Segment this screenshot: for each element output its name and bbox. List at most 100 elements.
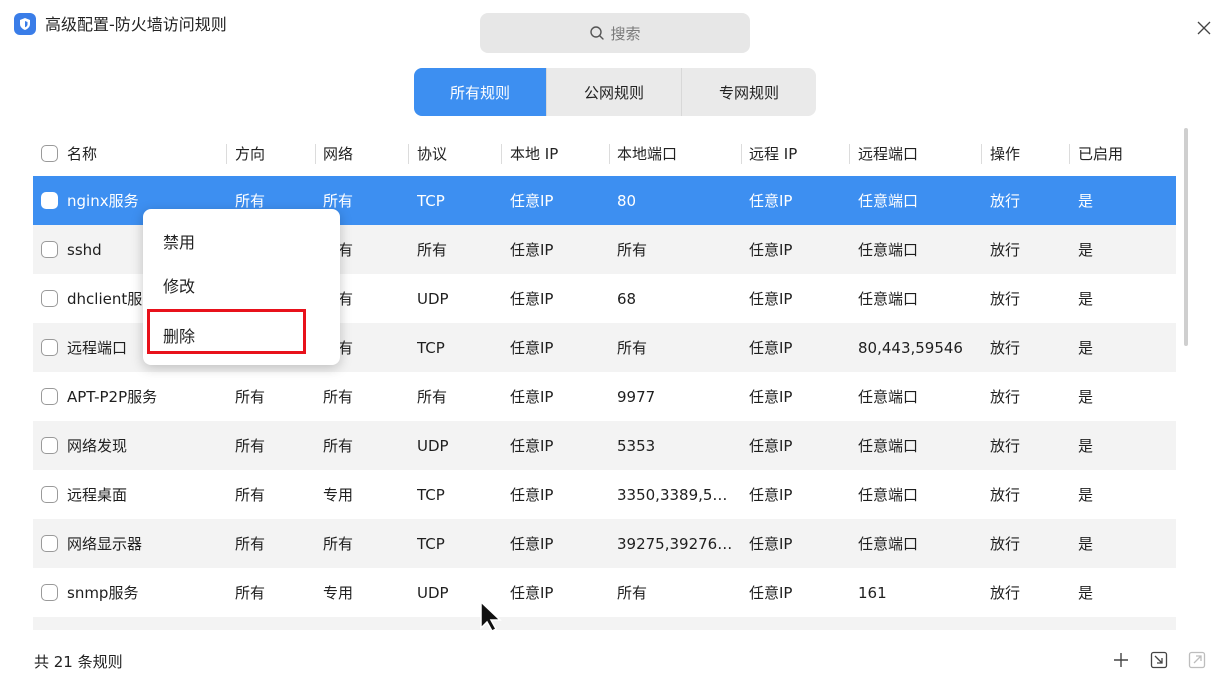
cell-direction: 所有 <box>235 388 266 406</box>
cell-enabled: 是 <box>1078 535 1094 553</box>
cell-remote-ip: 任意IP <box>749 437 793 455</box>
cell-direction: 所有 <box>235 437 266 455</box>
table-row[interactable]: 网络发现 所有 所有 UDP 任意IP 5353 任意IP 任意端口 放行 是 <box>33 421 1176 470</box>
table-scrollbar[interactable] <box>1184 128 1188 346</box>
cell-name: 网络显示器 <box>41 519 226 568</box>
column-divider[interactable] <box>315 144 316 164</box>
cell-local-port: 所有 <box>617 241 648 259</box>
cell-remote-ip: 任意IP <box>749 584 793 602</box>
row-checkbox[interactable] <box>41 535 58 552</box>
cell-remote-ip: 任意IP <box>749 192 793 210</box>
cell-protocol: TCP <box>417 534 445 553</box>
table-row[interactable]: 网络显示器 所有 所有 TCP 任意IP 39275,39276… 任意IP 任… <box>33 519 1176 568</box>
cell-local-ip: 任意IP <box>510 339 554 357</box>
header-enabled[interactable]: 已启用 <box>1078 130 1168 176</box>
menu-item-disable[interactable]: 禁用 <box>143 219 340 263</box>
cell-local-port: 68 <box>617 289 637 308</box>
cell-remote-ip: 任意IP <box>749 290 793 308</box>
cell-local-ip: 任意IP <box>510 584 554 602</box>
cell-action: 放行 <box>990 192 1021 210</box>
mouse-cursor-icon <box>480 600 502 632</box>
cell-protocol: UDP <box>417 436 449 455</box>
cell-local-ip: 任意IP <box>510 388 554 406</box>
export-icon[interactable] <box>1187 650 1207 670</box>
header-local-ip[interactable]: 本地 IP <box>510 130 610 176</box>
header-direction[interactable]: 方向 <box>235 130 320 176</box>
header-local-port[interactable]: 本地端口 <box>617 130 747 176</box>
row-checkbox[interactable] <box>41 437 58 454</box>
row-checkbox[interactable] <box>41 339 58 356</box>
header-network[interactable]: 网络 <box>323 130 408 176</box>
cell-network: 所有 <box>323 437 354 455</box>
search-input[interactable]: 搜索 <box>480 13 750 53</box>
cell-remote-port: 任意端口 <box>858 437 919 455</box>
import-icon[interactable] <box>1149 650 1169 670</box>
cell-local-port: 80 <box>617 191 637 210</box>
column-divider[interactable] <box>408 144 409 164</box>
cell-local-ip: 任意IP <box>510 437 554 455</box>
row-context-menu: 禁用 修改 删除 <box>143 209 340 365</box>
cell-enabled: 是 <box>1078 339 1094 357</box>
row-checkbox[interactable] <box>41 192 58 209</box>
cell-remote-port: 任意端口 <box>858 192 919 210</box>
cell-name: 远程桌面 <box>41 470 226 519</box>
cell-local-port: 9977 <box>617 387 656 406</box>
table-row[interactable]: 远程桌面 所有 专用 TCP 任意IP 3350,3389,5… 任意IP 任意… <box>33 470 1176 519</box>
tab-all-rules[interactable]: 所有规则 <box>414 68 547 116</box>
row-checkbox[interactable] <box>41 486 58 503</box>
cell-enabled: 是 <box>1078 192 1094 210</box>
plus-icon[interactable] <box>1111 650 1131 670</box>
menu-item-edit[interactable]: 修改 <box>143 263 340 307</box>
cell-remote-ip: 任意IP <box>749 339 793 357</box>
table-row-partial <box>33 617 1176 630</box>
column-divider[interactable] <box>741 144 742 164</box>
table-row[interactable]: APT-P2P服务 所有 所有 所有 任意IP 9977 任意IP 任意端口 放… <box>33 372 1176 421</box>
select-all-checkbox[interactable] <box>41 144 58 162</box>
column-divider[interactable] <box>1069 144 1070 164</box>
cell-protocol: UDP <box>417 289 449 308</box>
column-divider[interactable] <box>501 144 502 164</box>
cell-direction: 所有 <box>235 535 266 553</box>
tab-private-rules[interactable]: 专网规则 <box>682 68 816 116</box>
cell-local-port: 所有 <box>617 584 648 602</box>
table-row[interactable]: snmp服务 所有 专用 UDP 任意IP 所有 任意IP 161 放行 是 <box>33 568 1176 617</box>
column-divider[interactable] <box>609 144 610 164</box>
cell-remote-ip: 任意IP <box>749 486 793 504</box>
cell-enabled: 是 <box>1078 437 1094 455</box>
cell-name: 网络发现 <box>41 421 226 470</box>
header-action[interactable]: 操作 <box>990 130 1070 176</box>
row-checkbox[interactable] <box>41 241 58 258</box>
cell-enabled: 是 <box>1078 388 1094 406</box>
cell-local-port: 所有 <box>617 339 648 357</box>
cell-direction: 所有 <box>235 486 266 504</box>
column-divider[interactable] <box>981 144 982 164</box>
cell-protocol: 所有 <box>417 388 448 406</box>
cell-enabled: 是 <box>1078 241 1094 259</box>
menu-item-delete[interactable]: 删除 <box>143 313 340 357</box>
cell-local-port: 5353 <box>617 436 656 455</box>
cell-action: 放行 <box>990 437 1021 455</box>
cell-protocol: TCP <box>417 338 445 357</box>
cell-local-port: 3350,3389,5… <box>617 485 728 504</box>
column-divider[interactable] <box>849 144 850 164</box>
tab-public-rules[interactable]: 公网规则 <box>547 68 682 116</box>
title-bar: 高级配置-防火墙访问规则 搜索 <box>0 0 1229 60</box>
row-checkbox[interactable] <box>41 584 58 601</box>
cell-name: snmp服务 <box>41 568 226 617</box>
cell-action: 放行 <box>990 584 1021 602</box>
cell-network: 所有 <box>323 388 354 406</box>
cell-local-ip: 任意IP <box>510 192 554 210</box>
cell-action: 放行 <box>990 535 1021 553</box>
header-remote-port[interactable]: 远程端口 <box>858 130 988 176</box>
column-divider[interactable] <box>226 144 227 164</box>
header-name[interactable]: 名称 <box>41 130 226 176</box>
cell-remote-port: 任意端口 <box>858 241 919 259</box>
search-placeholder: 搜索 <box>610 24 641 43</box>
row-checkbox[interactable] <box>41 290 58 307</box>
close-icon <box>1197 21 1211 35</box>
close-button[interactable] <box>1193 17 1215 39</box>
header-protocol[interactable]: 协议 <box>417 130 502 176</box>
row-checkbox[interactable] <box>41 388 58 405</box>
cell-action: 放行 <box>990 241 1021 259</box>
header-remote-ip[interactable]: 远程 IP <box>749 130 849 176</box>
